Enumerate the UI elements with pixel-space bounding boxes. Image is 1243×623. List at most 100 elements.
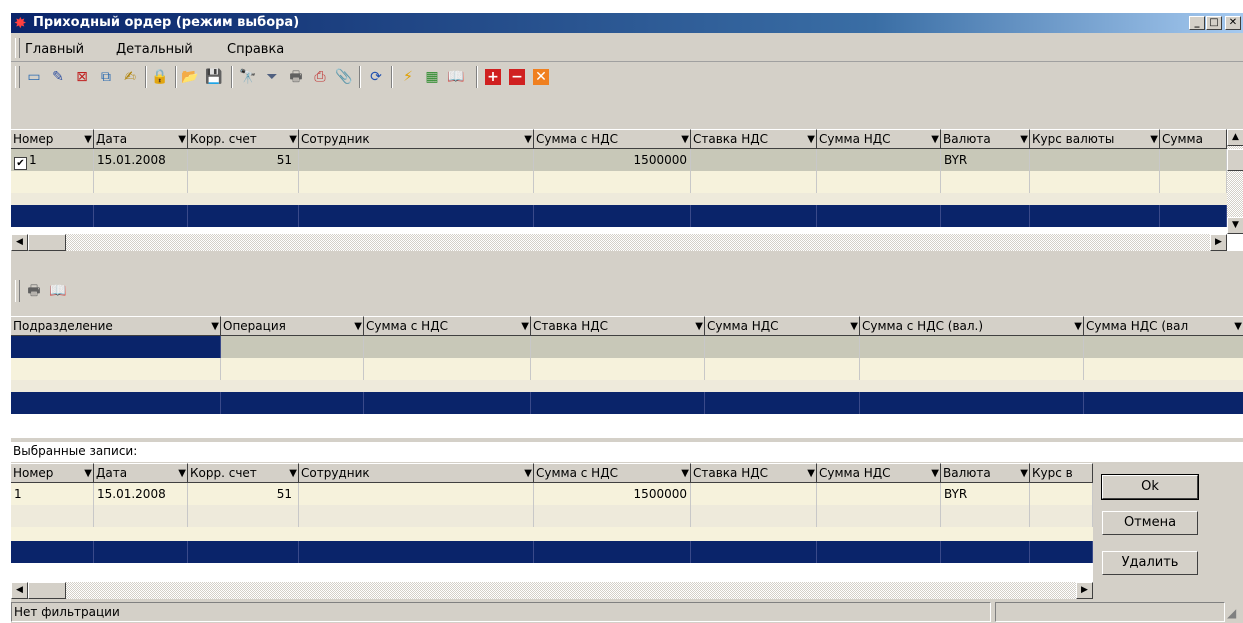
new-record-icon[interactable]: ▭ <box>25 68 43 86</box>
binoculars-icon[interactable]: 🔭 <box>239 68 257 86</box>
col-vat-sum[interactable]: Сумма НДС ▼ <box>817 463 941 483</box>
print-icon[interactable]: 🖶 <box>25 282 43 300</box>
sort-arrow-icon: ▼ <box>289 134 297 145</box>
clear-icon[interactable]: ✕ <box>533 69 549 85</box>
export-icon[interactable]: ⎙ <box>311 68 329 86</box>
title-bar[interactable]: ✸ Приходный ордер (режим выбора) _ □ ✕ <box>11 13 1243 33</box>
lock-icon[interactable]: 🔒 <box>151 68 169 86</box>
col-currency[interactable]: Валюта ▼ <box>941 463 1030 483</box>
sort-arrow-icon: ▼ <box>524 468 532 479</box>
filter-icon[interactable]: ⏷ <box>263 68 281 86</box>
col-rate[interactable]: Курс валюты ▼ <box>1030 129 1160 149</box>
col-employee[interactable]: Сотрудник ▼ <box>299 129 534 149</box>
menu-main[interactable]: Главный <box>25 42 84 57</box>
col-account[interactable]: Корр. счет ▼ <box>188 129 299 149</box>
remove-icon[interactable]: − <box>509 69 525 85</box>
delete-button[interactable]: Удалить <box>1102 551 1198 575</box>
minimize-button[interactable]: _ <box>1189 16 1205 30</box>
cancel-button[interactable]: Отмена <box>1102 511 1198 535</box>
attachment-icon[interactable]: 📎 <box>335 68 353 86</box>
lightning-icon[interactable]: ⚡ <box>399 68 417 86</box>
col-account[interactable]: Корр. счет ▼ <box>188 463 299 483</box>
col-department[interactable]: Подразделение ▼ <box>11 316 221 336</box>
scroll-left-icon[interactable]: ◀ <box>11 582 28 599</box>
col-vat-rate[interactable]: Ставка НДС ▼ <box>691 463 817 483</box>
table-row-highlight <box>11 541 1093 563</box>
sort-arrow-icon: ▼ <box>178 134 186 145</box>
col-vat-sum-currency[interactable]: Сумма НДС (вал ▼ <box>1084 316 1243 336</box>
app-logo-icon: ✸ <box>14 14 27 32</box>
book-icon[interactable]: 📖 <box>49 282 67 300</box>
col-currency[interactable]: Валюта ▼ <box>941 129 1030 149</box>
col-number[interactable]: Номер ▼ <box>11 463 94 483</box>
table-row-empty <box>11 193 1227 205</box>
sort-arrow-icon: ▼ <box>931 134 939 145</box>
col-sum-vat[interactable]: Сумма с НДС ▼ <box>364 316 531 336</box>
table-row-highlight <box>11 205 1227 227</box>
table-row-empty <box>11 527 1093 541</box>
col-vat-rate[interactable]: Ставка НДС ▼ <box>691 129 817 149</box>
copy-record-icon[interactable]: ⧉ <box>97 68 115 86</box>
col-vat-rate[interactable]: Ставка НДС ▼ <box>531 316 705 336</box>
main-vertical-scrollbar[interactable]: ▲ ▼ <box>1227 129 1243 234</box>
scroll-thumb[interactable] <box>28 582 66 599</box>
col-number[interactable]: Номер ▼ <box>11 129 94 149</box>
menu-detail[interactable]: Детальный <box>116 42 193 57</box>
ok-button[interactable]: Ok <box>1101 474 1199 500</box>
row-checkbox[interactable]: ✔ <box>14 157 27 170</box>
table-row-empty <box>11 358 1243 380</box>
col-sum-vat-currency[interactable]: Сумма с НДС (вал.) ▼ <box>860 316 1084 336</box>
table-row[interactable] <box>11 336 1243 358</box>
col-sum-vat[interactable]: Сумма с НДС ▼ <box>534 463 691 483</box>
print-icon[interactable]: 🖶 <box>287 68 305 86</box>
col-date[interactable]: Дата ▼ <box>94 129 188 149</box>
close-button[interactable]: ✕ <box>1225 16 1241 30</box>
save-icon[interactable]: 💾 <box>205 68 223 86</box>
table-row-empty <box>11 505 1093 527</box>
menu-grip <box>15 38 20 58</box>
scroll-right-icon[interactable]: ▶ <box>1076 582 1093 599</box>
calculator-icon[interactable]: ▦ <box>423 68 441 86</box>
main-horizontal-scrollbar[interactable]: ◀ ▶ <box>11 234 1227 251</box>
filter-status: Нет фильтрации <box>11 602 991 622</box>
table-row[interactable]: 1 15.01.2008 51 1500000 BYR <box>11 483 1093 505</box>
table-row[interactable]: ✔ 1 15.01.2008 51 1500000 BYR <box>11 149 1227 171</box>
col-sum-vat[interactable]: Сумма с НДС ▼ <box>534 129 691 149</box>
add-icon[interactable]: + <box>485 69 501 85</box>
refresh-icon[interactable]: ⟳ <box>367 68 385 86</box>
col-vat-sum[interactable]: Сумма НДС ▼ <box>705 316 860 336</box>
scroll-thumb[interactable] <box>1227 149 1243 171</box>
selected-horizontal-scrollbar[interactable]: ◀ ▶ <box>11 582 1093 599</box>
sort-arrow-icon: ▼ <box>289 468 297 479</box>
status-bar: Нет фильтрации ◢ <box>11 600 1243 623</box>
maximize-button[interactable]: □ <box>1206 16 1222 30</box>
scroll-thumb[interactable] <box>28 234 66 251</box>
scroll-up-icon[interactable]: ▲ <box>1227 129 1243 146</box>
edit-record-icon[interactable]: ✎ <box>49 68 67 86</box>
book-icon[interactable]: 📖 <box>447 68 465 86</box>
col-operation[interactable]: Операция ▼ <box>221 316 364 336</box>
edit-document-icon[interactable]: ✍ <box>121 68 139 86</box>
col-vat-sum[interactable]: Сумма НДС ▼ <box>817 129 941 149</box>
window-title: Приходный ордер (режим выбора) <box>33 15 300 30</box>
menu-help[interactable]: Справка <box>227 42 284 57</box>
scroll-right-icon[interactable]: ▶ <box>1210 234 1227 251</box>
sort-arrow-icon: ▼ <box>84 134 92 145</box>
scroll-down-icon[interactable]: ▼ <box>1227 217 1243 234</box>
sort-arrow-icon: ▼ <box>1150 134 1158 145</box>
col-date[interactable]: Дата ▼ <box>94 463 188 483</box>
col-sum[interactable]: Сумма <box>1160 129 1227 149</box>
col-rate[interactable]: Курс в <box>1030 463 1093 483</box>
selected-records-bar: Выбранные записи: <box>11 442 1243 462</box>
sort-arrow-icon: ▼ <box>850 321 858 332</box>
detail-table: Подразделение ▼ Операция ▼ Сумма с НДС ▼ Ст… <box>11 316 1243 438</box>
resize-grip-icon[interactable]: ◢ <box>1227 606 1236 620</box>
sort-arrow-icon: ▼ <box>1234 321 1242 332</box>
open-folder-icon[interactable]: 📂 <box>181 68 199 86</box>
col-employee[interactable]: Сотрудник ▼ <box>299 463 534 483</box>
main-table: Номер ▼ Дата ▼ Корр. счет ▼ Сотрудник ▼ Сумм… <box>11 129 1243 251</box>
scroll-left-icon[interactable]: ◀ <box>11 234 28 251</box>
delete-record-icon[interactable]: ⊠ <box>73 68 91 86</box>
sort-arrow-icon: ▼ <box>354 321 362 332</box>
table-row-highlight <box>11 392 1243 414</box>
